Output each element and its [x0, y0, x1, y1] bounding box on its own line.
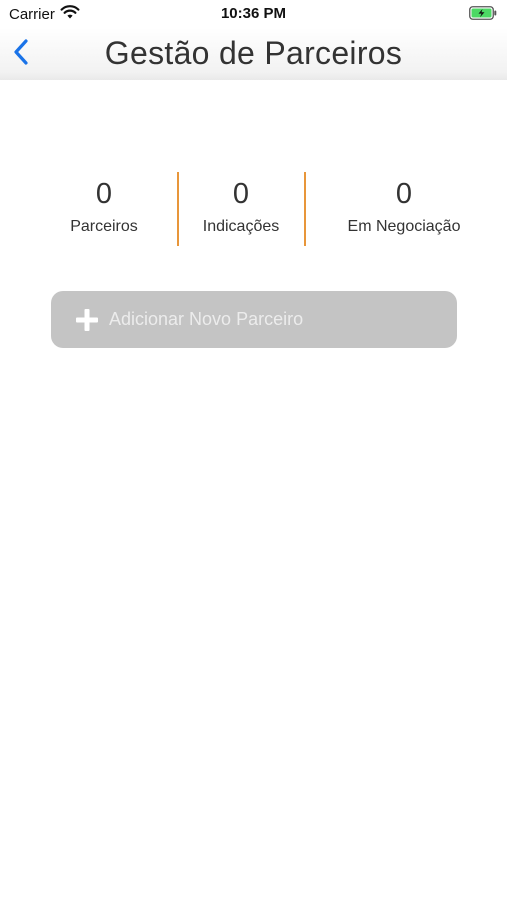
- stat-negotiation-label: Em Negociação: [347, 218, 461, 235]
- partner-management-screen: Carrier 10:36 PM Gestão de Parceiros 0 P…: [0, 0, 507, 900]
- stat-referrals-label: Indicações: [202, 218, 280, 235]
- back-button[interactable]: [6, 34, 36, 70]
- stat-partners-value: 0: [95, 178, 113, 210]
- stat-referrals: 0 Indicações: [190, 170, 292, 236]
- partner-stats: 0 Parceiros 0 Indicações 0 Em Negociação: [0, 170, 507, 248]
- add-partner-label: Adicionar Novo Parceiro: [109, 309, 304, 329]
- clock-time: 10:36 PM: [220, 5, 287, 22]
- add-partner-button[interactable]: Adicionar Novo Parceiro: [51, 291, 457, 348]
- stat-divider: [304, 172, 306, 246]
- page-title: Gestão de Parceiros: [104, 35, 403, 71]
- stat-divider: [177, 172, 179, 246]
- stat-partners: 0 Parceiros: [54, 170, 154, 236]
- plus-icon: [76, 308, 98, 331]
- battery-charging-icon: [469, 6, 497, 20]
- navigation-bar: Gestão de Parceiros: [0, 28, 507, 80]
- stat-negotiation-value: 0: [395, 178, 413, 210]
- status-bar: Carrier 10:36 PM: [0, 0, 507, 28]
- stat-negotiation: 0 Em Negociação: [330, 170, 478, 236]
- chevron-left-icon: [14, 39, 28, 65]
- stat-partners-label: Parceiros: [70, 218, 138, 235]
- stat-referrals-value: 0: [232, 178, 250, 210]
